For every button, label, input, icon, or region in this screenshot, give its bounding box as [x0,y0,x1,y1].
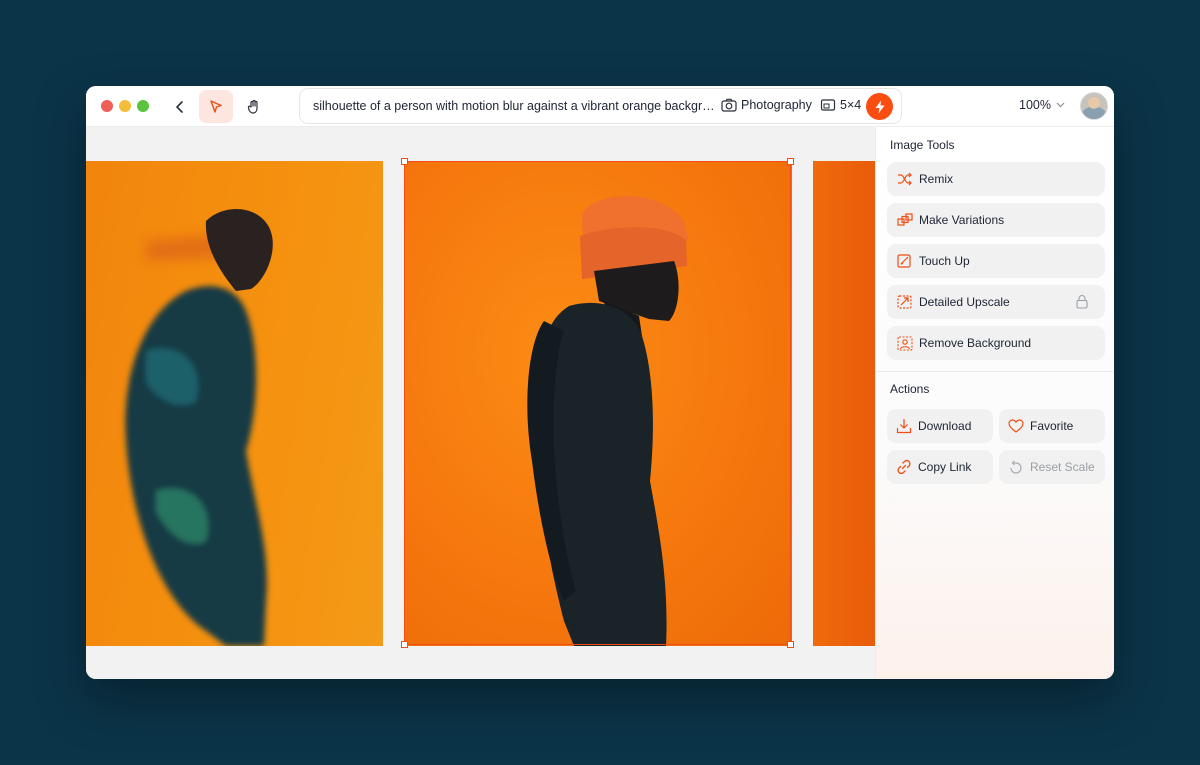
shuffle-icon [898,172,912,186]
touch-up-label: Touch Up [919,254,970,268]
variations-icon [897,213,913,226]
zoom-label: 100% [1019,98,1051,112]
hand-icon [247,99,258,114]
touch-up-icon [897,254,911,268]
app-window: silhouette of a person with motion blur … [86,86,1114,679]
prompt-bar: silhouette of a person with motion blur … [299,88,902,124]
upscale-icon [897,295,912,309]
resize-handle-bottom-left[interactable] [401,641,408,648]
image-selected[interactable] [404,161,792,646]
remove-background-button[interactable]: Remove Background [887,326,1105,360]
maximize-window-button[interactable] [137,100,149,112]
reset-icon [1010,460,1022,474]
chevron-left-icon [176,100,183,113]
detailed-upscale-button[interactable]: Detailed Upscale [887,285,1105,319]
download-icon [896,419,912,434]
make-variations-label: Make Variations [919,213,1005,227]
side-panel: Image Tools Remix Make Variations Touch … [875,127,1114,679]
download-label: Download [918,419,972,433]
image-tools-heading: Image Tools [890,138,955,152]
favorite-label: Favorite [1030,419,1074,433]
avatar[interactable] [1080,92,1108,120]
close-window-button[interactable] [101,100,113,112]
camera-icon [721,98,737,112]
remove-background-icon [897,335,913,351]
favorite-button[interactable]: Favorite [999,409,1105,443]
silhouette-beanie-figure [527,196,689,646]
panel-divider [876,371,1114,372]
silhouette-motion-blur-figure [125,209,273,646]
detailed-upscale-label: Detailed Upscale [919,295,1010,309]
reset-scale-button[interactable]: Reset Scale [999,450,1105,484]
lightning-icon [875,100,884,113]
actions-heading: Actions [890,382,930,396]
resize-handle-bottom-right[interactable] [787,641,794,648]
make-variations-button[interactable]: Make Variations [887,203,1105,237]
toolbar: silhouette of a person with motion blur … [86,86,1114,127]
download-button[interactable]: Download [887,409,993,443]
aspect-ratio-icon [820,99,836,111]
remove-background-label: Remove Background [919,336,1032,350]
touch-up-button[interactable]: Touch Up [887,244,1105,278]
chevron-down-icon [1056,102,1065,108]
canvas[interactable] [86,127,875,679]
prompt-input[interactable]: silhouette of a person with motion blur … [313,99,715,113]
reset-scale-label: Reset Scale [1030,460,1095,474]
style-label: Photography [741,98,812,112]
image-left[interactable] [86,161,383,646]
zoom-selector[interactable]: 100% [1019,98,1065,112]
select-tool-button[interactable] [199,90,233,123]
copy-link-button[interactable]: Copy Link [887,450,993,484]
style-selector[interactable]: Photography [721,98,812,112]
cursor-arrow-icon [210,99,222,113]
remix-button[interactable]: Remix [887,162,1105,196]
link-icon [897,459,911,475]
image-right[interactable] [813,161,875,646]
ratio-label: 5×4 [840,98,862,112]
copy-link-label: Copy Link [918,460,972,474]
minimize-window-button[interactable] [119,100,131,112]
heart-icon [1008,419,1024,433]
generate-button[interactable] [866,93,893,120]
hand-tool-button[interactable] [237,90,271,123]
back-button[interactable] [163,90,197,123]
resize-handle-top-right[interactable] [787,158,794,165]
aspect-ratio-selector[interactable]: 5×4 [820,98,861,112]
resize-handle-top-left[interactable] [401,158,408,165]
remix-label: Remix [919,172,954,186]
lock-icon [1076,295,1088,309]
